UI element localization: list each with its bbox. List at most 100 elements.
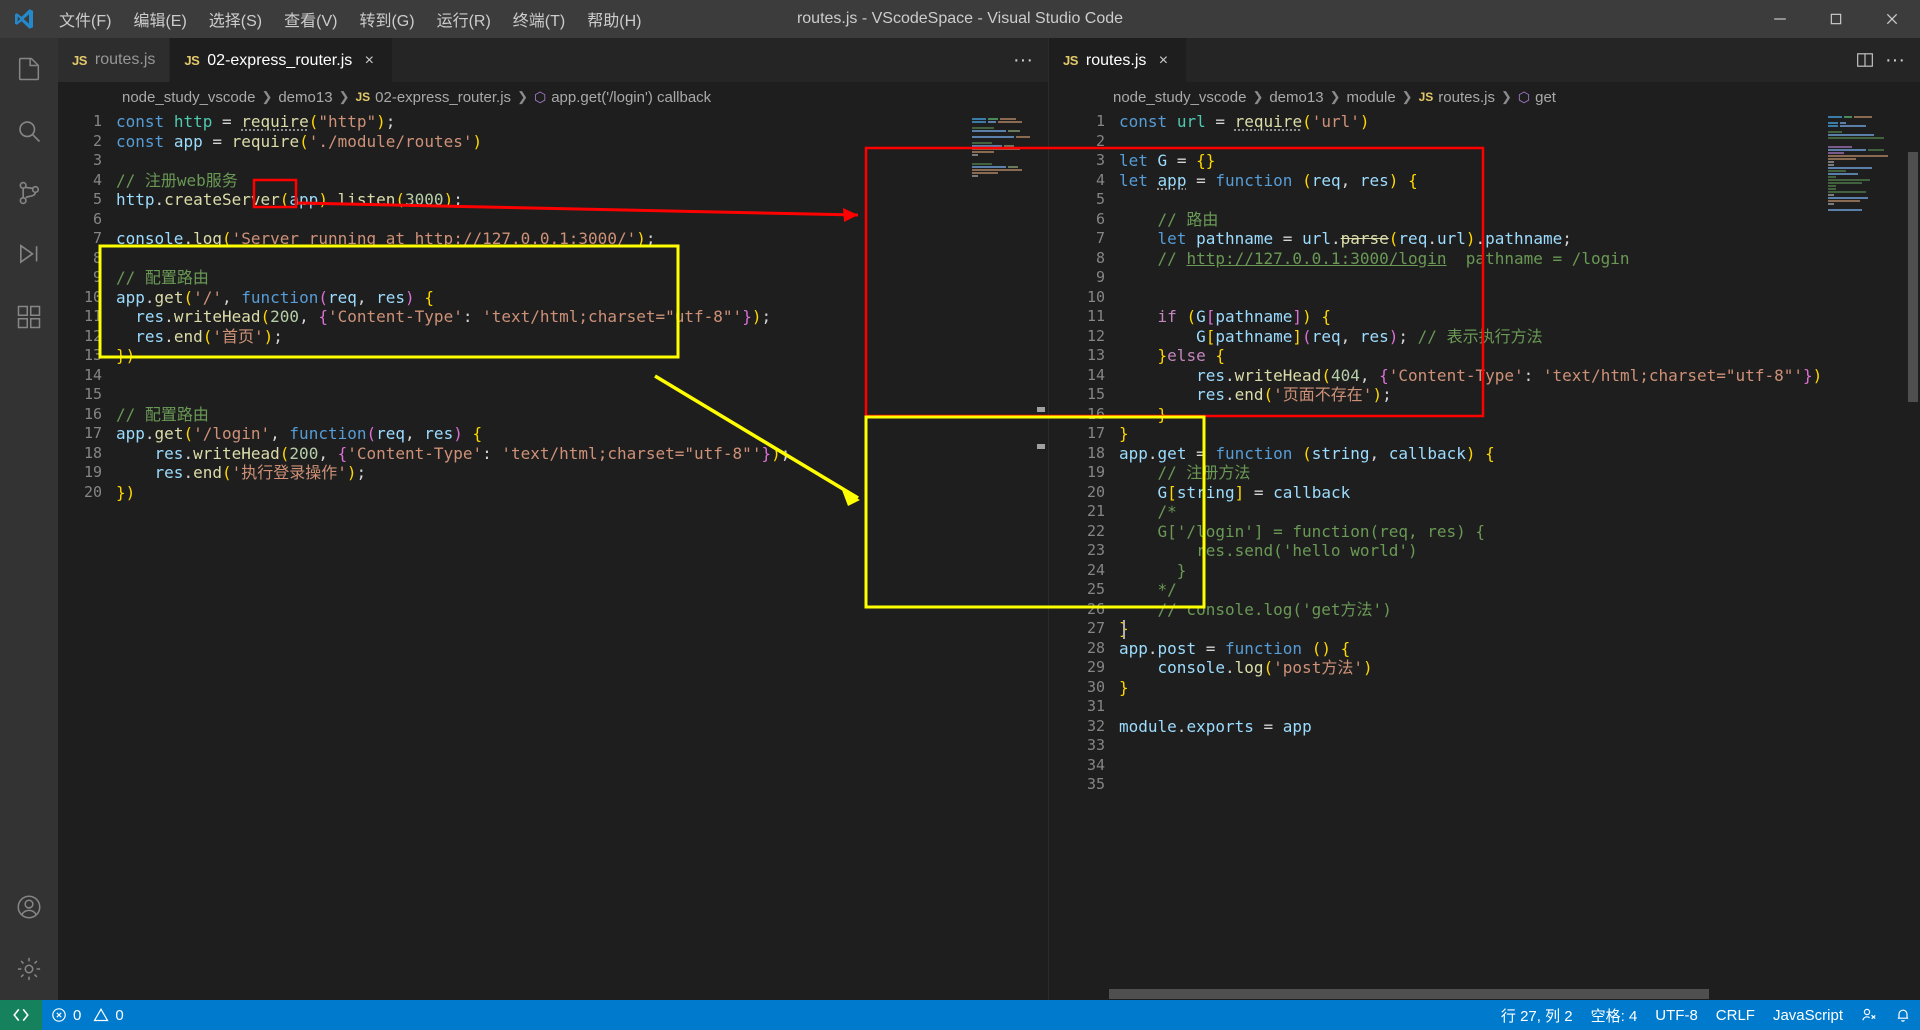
code-content-right: 1 const url = require('url') 2 3 let G = {…: [1086, 112, 1832, 793]
breadcrumb-text: get: [1535, 88, 1556, 106]
split-editor-icon[interactable]: [1852, 47, 1878, 73]
chevron-right-icon: ❯: [517, 89, 528, 104]
menu-file[interactable]: 文件(F): [48, 3, 122, 35]
remote-icon: [13, 1008, 29, 1022]
js-file-icon: JS: [355, 90, 371, 104]
symbol-icon: ⬡: [533, 88, 547, 105]
tab-routes-js-left[interactable]: JS routes.js: [58, 38, 171, 82]
window-controls[interactable]: [1752, 0, 1920, 38]
close-icon[interactable]: ×: [360, 52, 378, 70]
js-file-icon: JS: [184, 53, 200, 68]
chevron-right-icon: ❯: [1401, 89, 1413, 104]
tab-label: routes.js: [1085, 51, 1147, 69]
breadcrumb-item[interactable]: ⬡ get: [1518, 89, 1556, 106]
tab-bar-left[interactable]: JS routes.js JS 02-express_router.js × ·…: [58, 38, 1048, 82]
code-editor-left[interactable]: 1 const http = require("http"); 2 const ap…: [58, 112, 1048, 1000]
minimap-left[interactable]: [968, 112, 1032, 1000]
horizontal-scrollbar-right[interactable]: [1049, 988, 1906, 1000]
symbol-icon: ⬡: [1517, 88, 1531, 105]
encoding-status[interactable]: UTF-8: [1646, 1000, 1707, 1030]
menu-terminal[interactable]: 终端(T): [502, 3, 576, 35]
breadcrumb-text: demo13: [1269, 88, 1324, 106]
menu-help[interactable]: 帮助(H): [576, 3, 652, 35]
menu-selection[interactable]: 选择(S): [198, 3, 273, 35]
js-file-icon: JS: [1418, 90, 1434, 104]
extensions-icon[interactable]: [0, 286, 58, 348]
language-mode-status[interactable]: JavaScript: [1764, 1000, 1852, 1030]
menu-run[interactable]: 运行(R): [426, 3, 502, 35]
more-actions-icon[interactable]: ···: [1010, 47, 1036, 73]
breadcrumb-text: node_study_vscode: [1113, 88, 1247, 106]
title-bar: 文件(F) 编辑(E) 选择(S) 查看(V) 转到(G) 运行(R) 终端(T…: [0, 0, 1920, 38]
close-icon[interactable]: ×: [1154, 52, 1172, 70]
tab-routes-js-right[interactable]: JS routes.js ×: [1049, 38, 1188, 82]
chevron-right-icon: ❯: [338, 89, 350, 104]
editor-groups: JS routes.js JS 02-express_router.js × ·…: [58, 38, 1920, 1000]
run-debug-icon[interactable]: [0, 224, 58, 286]
tab-actions-right[interactable]: ···: [1840, 38, 1920, 82]
sidebar-item-explorer[interactable]: [0, 38, 58, 100]
js-file-icon: JS: [1063, 53, 1078, 68]
breadcrumb-item[interactable]: JS routes.js: [1419, 89, 1495, 106]
chevron-right-icon: ❯: [1329, 89, 1341, 104]
menu-go[interactable]: 转到(G): [348, 3, 425, 35]
code-editor-right[interactable]: 1 const url = require('url') 2 3 let G = {…: [1049, 112, 1920, 1000]
tab-actions-left[interactable]: ···: [998, 38, 1048, 82]
cursor-position-status[interactable]: 行 27, 列 2: [1492, 1000, 1582, 1030]
activity-bar[interactable]: [0, 38, 58, 1000]
menu-bar[interactable]: 文件(F) 编辑(E) 选择(S) 查看(V) 转到(G) 运行(R) 终端(T…: [48, 3, 652, 35]
status-bar-right: 行 27, 列 2 空格: 4 UTF-8 CRLF JavaScript: [1492, 1000, 1920, 1030]
account-icon[interactable]: [0, 876, 58, 938]
tab-label: routes.js: [94, 51, 156, 68]
breadcrumb-text: module: [1346, 88, 1396, 106]
minimize-icon[interactable]: [1752, 0, 1808, 38]
breadcrumb-item[interactable]: module: [1346, 89, 1395, 106]
breadcrumb-item[interactable]: JS 02-express_router.js: [355, 89, 511, 106]
tab-bar-right[interactable]: JS routes.js × ···: [1049, 38, 1920, 82]
breadcrumb-item[interactable]: demo13: [1269, 89, 1323, 106]
breadcrumb-item[interactable]: node_study_vscode: [122, 89, 255, 106]
chevron-right-icon: ❯: [1500, 89, 1512, 104]
menu-edit[interactable]: 编辑(E): [122, 3, 197, 35]
vertical-scrollbar-left[interactable]: [1034, 112, 1048, 1000]
menu-view[interactable]: 查看(V): [273, 3, 348, 35]
eol-status[interactable]: CRLF: [1707, 1000, 1764, 1030]
remote-indicator[interactable]: [0, 1000, 42, 1030]
minimap-right[interactable]: [1824, 112, 1904, 1000]
problems-status[interactable]: 0 0: [42, 1000, 133, 1030]
error-count: 0: [73, 1006, 82, 1024]
warning-icon: [93, 1007, 109, 1022]
restore-icon[interactable]: [1808, 0, 1864, 38]
js-file-icon: JS: [72, 52, 87, 68]
breadcrumb-text: routes.js: [1438, 88, 1495, 106]
breadcrumb-text: node_study_vscode: [122, 88, 256, 106]
breadcrumb-left[interactable]: node_study_vscode ❯ demo13 ❯ JS 02-expre…: [58, 82, 1048, 112]
error-icon: [52, 1008, 66, 1022]
vscode-logo-icon: [0, 7, 48, 31]
tab-label: 02-express_router.js: [207, 51, 353, 69]
source-control-icon[interactable]: [0, 162, 58, 224]
tab-02-express-router-js[interactable]: JS 02-express_router.js ×: [170, 38, 394, 82]
gear-icon[interactable]: [0, 938, 58, 1000]
close-icon[interactable]: [1864, 0, 1920, 38]
editor-group-left: JS routes.js JS 02-express_router.js × ·…: [58, 38, 1048, 1000]
breadcrumb-item[interactable]: node_study_vscode: [1113, 89, 1246, 106]
bell-icon[interactable]: [1886, 1000, 1920, 1030]
breadcrumb-text: 02-express_router.js: [375, 88, 512, 106]
more-actions-icon[interactable]: ···: [1882, 47, 1908, 73]
editor-group-right: JS routes.js × ··· node_study_vscode ❯ d…: [1048, 38, 1920, 1000]
indentation-status[interactable]: 空格: 4: [1582, 1000, 1647, 1030]
warning-count: 0: [115, 1006, 124, 1024]
live-share-icon[interactable]: [1852, 1000, 1886, 1030]
status-bar: 0 0 行 27, 列 2 空格: 4 UTF-8 CRLF JavaScrip…: [0, 1000, 1920, 1030]
chevron-right-icon: ❯: [261, 89, 273, 104]
breadcrumb-text: demo13: [278, 88, 333, 106]
vertical-scrollbar-right[interactable]: [1906, 112, 1920, 1000]
breadcrumb-text: app.get('/login') callback: [551, 88, 712, 106]
search-icon[interactable]: [0, 100, 58, 162]
breadcrumb-item[interactable]: ⬡ app.get('/login') callback: [534, 89, 711, 106]
chevron-right-icon: ❯: [1252, 89, 1264, 104]
text-cursor: [1123, 619, 1125, 639]
breadcrumb-right[interactable]: node_study_vscode ❯ demo13 ❯ module ❯ JS…: [1049, 82, 1920, 112]
breadcrumb-item[interactable]: demo13: [278, 89, 332, 106]
